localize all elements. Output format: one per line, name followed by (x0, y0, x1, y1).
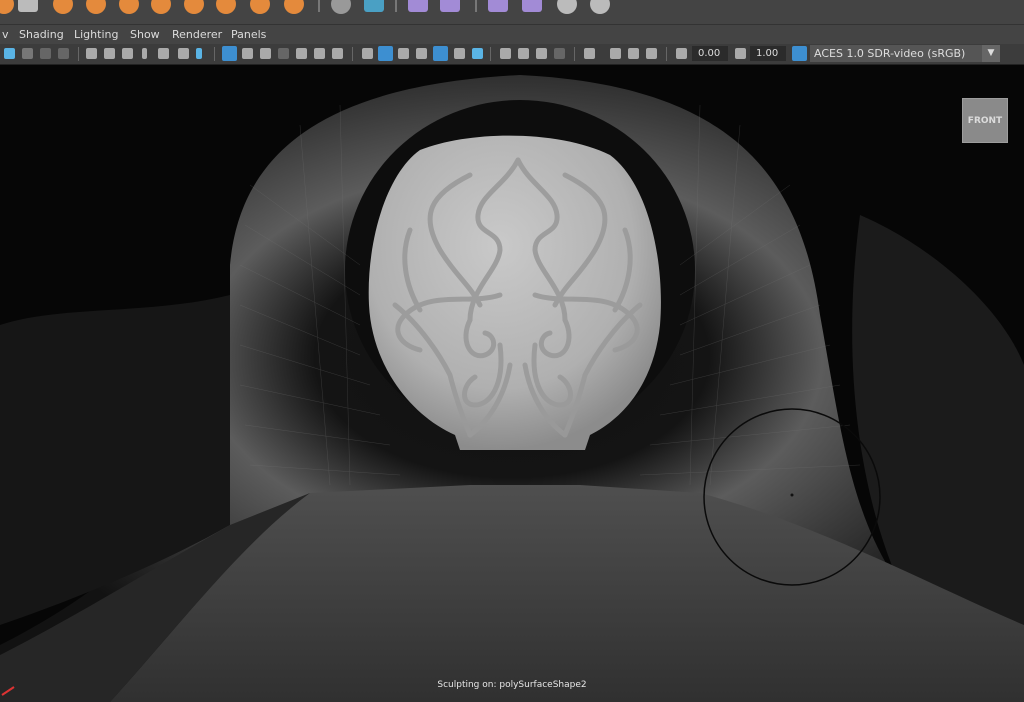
ambient-occlusion-icon[interactable] (500, 48, 511, 59)
isolate-select-icon[interactable] (584, 48, 595, 59)
xray-components-icon[interactable] (646, 48, 657, 59)
lights-icon[interactable] (454, 48, 465, 59)
chevron-down-icon[interactable]: ▼ (982, 45, 1000, 62)
shelf-tool-icon[interactable] (18, 0, 38, 12)
field-chart-icon[interactable] (296, 48, 307, 59)
shadows-icon[interactable] (472, 48, 483, 59)
panel-toolbar: 0.00 1.00 ACES 1.0 SDR-video (sRGB) ▼ (0, 44, 1024, 65)
shelf-tool-icon[interactable] (119, 0, 139, 14)
shelf-tool-icon[interactable] (364, 0, 384, 12)
shelf-tool-icon[interactable] (184, 0, 204, 14)
shelf-tool-icon[interactable] (557, 0, 577, 14)
shelf-tool-icon[interactable] (151, 0, 171, 14)
shelf-tool-icon[interactable] (440, 0, 460, 12)
shelf-separator (475, 0, 477, 12)
motion-blur-icon[interactable] (518, 48, 529, 59)
pencil-icon[interactable] (196, 48, 202, 59)
grease-pencil-icon[interactable] (104, 48, 115, 59)
image-plane-icon[interactable] (58, 48, 69, 59)
shelf-bar (0, 0, 1024, 25)
shelf-tool-icon[interactable] (0, 0, 14, 14)
shelf-tool-icon[interactable] (53, 0, 73, 14)
shelf-tool-icon[interactable] (488, 0, 508, 12)
smooth-shade-icon[interactable] (378, 46, 393, 61)
resolution-gate-icon[interactable] (260, 48, 271, 59)
shelf-tool-icon[interactable] (284, 0, 304, 14)
viewcube-front[interactable]: FRONT (962, 98, 1008, 143)
default-material-icon[interactable] (398, 48, 409, 59)
textured-icon[interactable] (433, 46, 448, 61)
menu-shading[interactable]: Shading (19, 28, 64, 41)
grid-toggle-icon[interactable] (222, 46, 237, 61)
menu-show[interactable]: Show (130, 28, 160, 41)
xray-joints-icon[interactable] (628, 48, 639, 59)
camera-attributes-icon[interactable] (22, 48, 33, 59)
xray-icon[interactable] (610, 48, 621, 59)
sculpt-status-text: Sculpting on: polySurfaceShape2 (437, 680, 587, 690)
shelf-tool-icon[interactable] (250, 0, 270, 14)
shelf-tool-icon[interactable] (216, 0, 236, 14)
select-camera-icon[interactable] (4, 48, 15, 59)
color-management-icon[interactable] (792, 46, 807, 61)
safe-title-icon[interactable] (332, 48, 343, 59)
shelf-tool-icon[interactable] (86, 0, 106, 14)
exposure-field[interactable]: 0.00 (692, 46, 728, 61)
shelf-separator (318, 0, 320, 12)
colorspace-dropdown[interactable]: ACES 1.0 SDR-video (sRGB) ▼ (810, 45, 1000, 62)
3d-viewport[interactable]: FRONT Sculpting on: polySurfaceShape2 (0, 65, 1024, 702)
anti-aliasing-icon[interactable] (536, 48, 547, 59)
exposure-icon[interactable] (676, 48, 687, 59)
menu-renderer[interactable]: Renderer (172, 28, 222, 41)
shelf-tool-icon[interactable] (331, 0, 351, 14)
menu-panels[interactable]: Panels (231, 28, 266, 41)
shelf-separator (395, 0, 397, 12)
pivot-icon[interactable] (178, 48, 189, 59)
shelf-tool-icon[interactable] (522, 0, 542, 12)
bookmark-icon[interactable] (40, 48, 51, 59)
safe-action-icon[interactable] (314, 48, 325, 59)
viewport-scene (0, 65, 1024, 702)
2d-pan-zoom-icon[interactable] (86, 48, 97, 59)
bookmark-flag-icon[interactable] (142, 48, 147, 59)
depth-of-field-icon[interactable] (554, 48, 565, 59)
shelf-tool-icon[interactable] (590, 0, 610, 14)
gamma-field[interactable]: 1.00 (750, 46, 786, 61)
film-gate-icon[interactable] (242, 48, 253, 59)
panel-menubar: v Shading Lighting Show Renderer Panels (0, 25, 1024, 44)
colorspace-label: ACES 1.0 SDR-video (sRGB) (814, 47, 966, 60)
gate-mask-icon[interactable] (278, 48, 289, 59)
lock-camera-icon[interactable] (122, 48, 133, 59)
gamma-icon[interactable] (735, 48, 746, 59)
wireframe-icon[interactable] (362, 48, 373, 59)
menu-lighting[interactable]: Lighting (74, 28, 118, 41)
menu-view[interactable]: v (2, 28, 9, 41)
shelf-tool-icon[interactable] (408, 0, 428, 12)
camera-tools-icon[interactable] (158, 48, 169, 59)
wireframe-on-shaded-icon[interactable] (416, 48, 427, 59)
